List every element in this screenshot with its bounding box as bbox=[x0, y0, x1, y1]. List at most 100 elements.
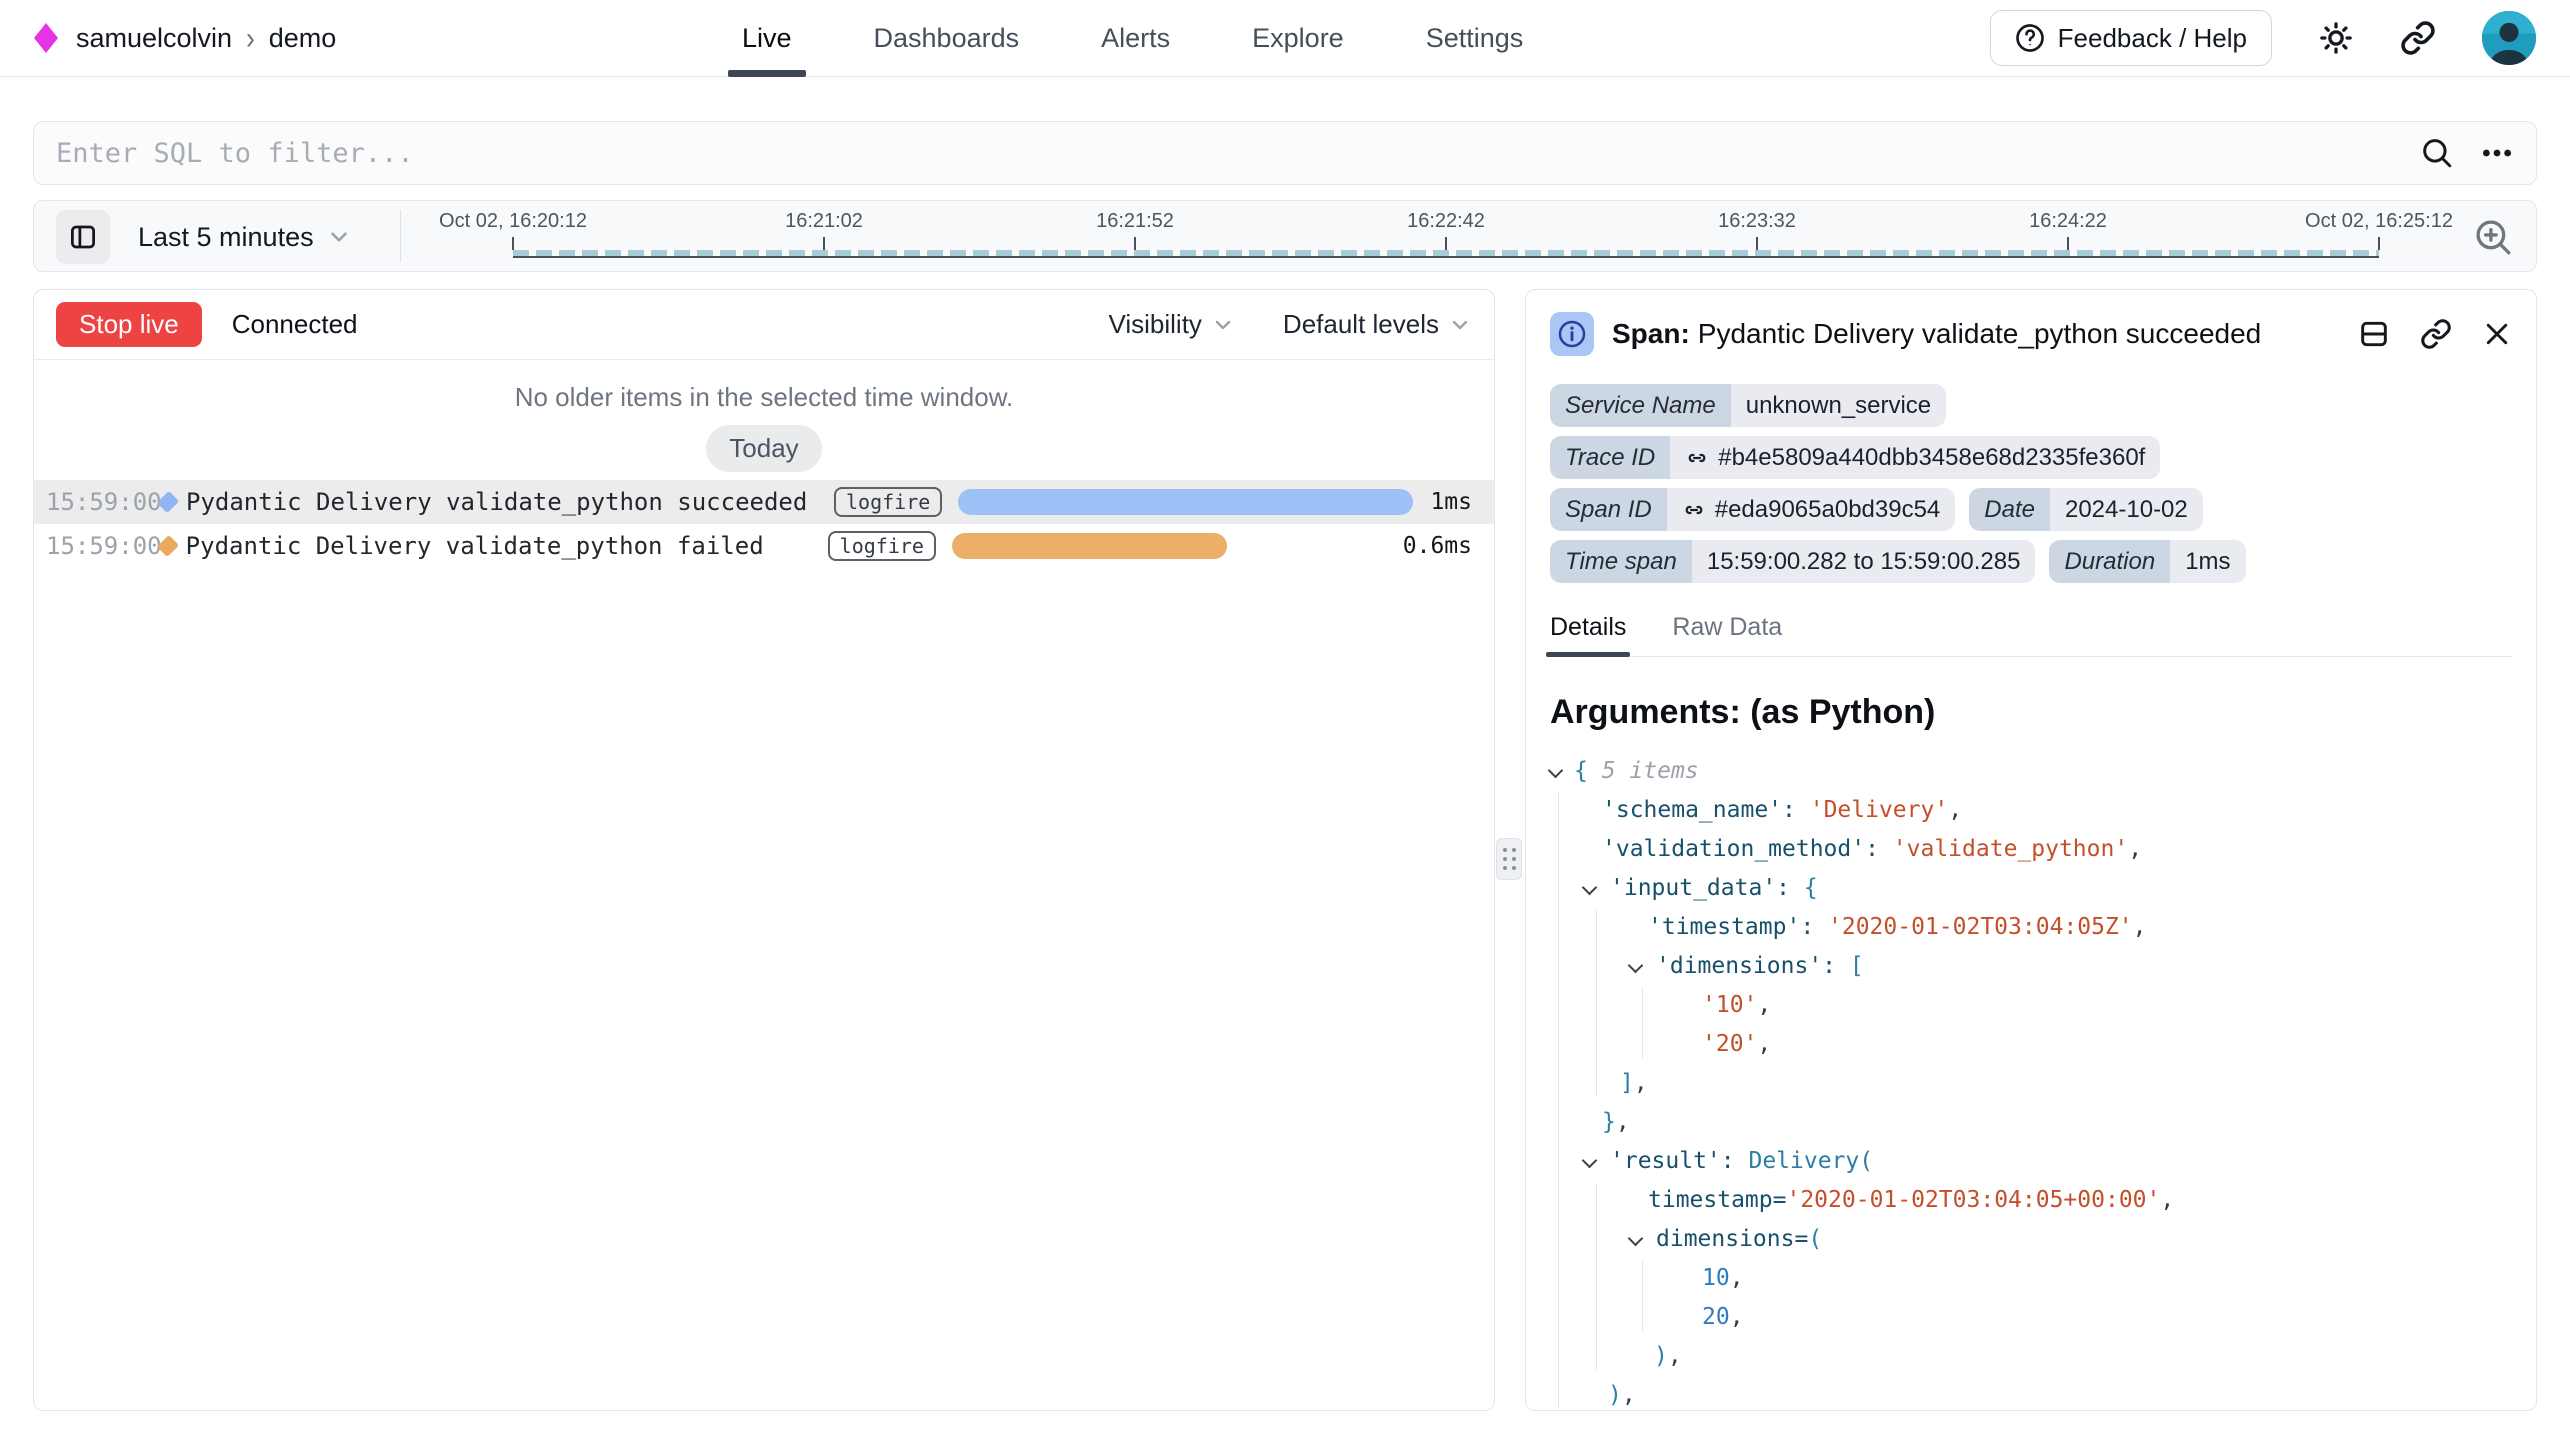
breadcrumb-project[interactable]: demo bbox=[269, 23, 337, 54]
log-level-diamond-icon bbox=[150, 494, 186, 510]
log-row[interactable]: 15:59:00Pydantic Delivery validate_pytho… bbox=[34, 480, 1494, 524]
copy-span-link-button[interactable] bbox=[2420, 318, 2452, 350]
connection-status: Connected bbox=[232, 309, 358, 340]
time-range-bar: Last 5 minutes Oct 02, 16:20:1216:21:021… bbox=[33, 200, 2537, 272]
link-icon bbox=[1685, 446, 1709, 470]
duration-bar-track bbox=[958, 489, 1413, 515]
attribute-badge-service-name: Service Nameunknown_service bbox=[1550, 384, 1946, 427]
code-token: , bbox=[2160, 1187, 2174, 1213]
logfire-logo[interactable] bbox=[34, 23, 58, 53]
close-panel-button[interactable] bbox=[2482, 319, 2512, 349]
theme-toggle-button[interactable] bbox=[2318, 20, 2354, 56]
time-range-dropdown[interactable]: Last 5 minutes bbox=[138, 201, 352, 273]
arguments-heading: Arguments: (as Python) bbox=[1550, 693, 2512, 732]
sidebar-toggle-button[interactable] bbox=[56, 210, 110, 264]
badge-row: Service Nameunknown_service bbox=[1550, 384, 2512, 427]
code-token: 'input_data': bbox=[1610, 875, 1804, 901]
duration-bar bbox=[958, 489, 1413, 515]
code-line: timestamp='2020-01-02T03:04:05+00:00', bbox=[1550, 1181, 2512, 1220]
badge-value[interactable]: #eda9065a0bd39c54 bbox=[1667, 488, 1956, 531]
timeline-tick-label: Oct 02, 16:25:12 bbox=[2305, 210, 2453, 233]
collapse-chevron-icon[interactable] bbox=[1582, 880, 1598, 896]
span-title-text: Pydantic Delivery validate_python succee… bbox=[1698, 318, 2261, 349]
stop-live-button[interactable]: Stop live bbox=[56, 302, 202, 347]
date-chip: Today bbox=[706, 425, 821, 472]
collapse-chevron-icon[interactable] bbox=[1582, 1153, 1598, 1169]
avatar[interactable] bbox=[2482, 11, 2536, 65]
filter-more-options-button[interactable] bbox=[2480, 136, 2514, 170]
tab-alerts[interactable]: Alerts bbox=[1101, 0, 1170, 77]
feedback-help-button[interactable]: Feedback / Help bbox=[1990, 10, 2272, 66]
code-token: , bbox=[1730, 1265, 1744, 1291]
log-row[interactable]: 15:59:00Pydantic Delivery validate_pytho… bbox=[34, 524, 1494, 568]
tab-live[interactable]: Live bbox=[742, 0, 792, 77]
info-icon bbox=[1550, 312, 1594, 356]
tab-dashboards[interactable]: Dashboards bbox=[874, 0, 1020, 77]
code-token: 5 items bbox=[1602, 758, 1699, 784]
timeline-tick bbox=[1756, 237, 1758, 250]
code-token: { bbox=[1574, 758, 1602, 784]
visibility-dropdown[interactable]: Visibility bbox=[1108, 309, 1234, 340]
time-range-label: Last 5 minutes bbox=[138, 222, 314, 253]
log-row-time: 15:59:00 bbox=[46, 488, 150, 516]
sun-icon bbox=[2318, 20, 2354, 56]
badge-value[interactable]: #b4e5809a440dbb3458e68d2335fe360f bbox=[1670, 436, 2160, 479]
log-row-message: Pydantic Delivery validate_python failed bbox=[186, 532, 828, 560]
collapse-chevron-icon[interactable] bbox=[1628, 1231, 1644, 1247]
divider bbox=[400, 210, 401, 262]
code-token: , bbox=[1730, 1304, 1744, 1330]
log-row-tag: logfire bbox=[834, 487, 942, 517]
code-token: '2020-01-02T03:04:05+00:00' bbox=[1786, 1187, 2160, 1213]
tab-settings[interactable]: Settings bbox=[1426, 0, 1524, 77]
span-detail-header: Span:Pydantic Delivery validate_python s… bbox=[1550, 306, 2512, 362]
arguments-json-tree: { 5 items 'schema_name': 'Delivery', 'vali… bbox=[1550, 752, 2512, 1411]
timeline-tick bbox=[823, 237, 825, 250]
attribute-badge-date: Date2024-10-02 bbox=[1969, 488, 2202, 531]
top-nav-bar: samuelcolvin › demo Live Dashboards Alerts… bbox=[0, 0, 2570, 77]
code-token: , bbox=[1757, 1031, 1771, 1057]
tab-explore[interactable]: Explore bbox=[1252, 0, 1344, 77]
breadcrumb: samuelcolvin › demo bbox=[76, 23, 336, 54]
zoom-in-icon bbox=[2472, 216, 2514, 258]
sql-filter-input[interactable] bbox=[56, 138, 2420, 169]
code-token: 20 bbox=[1702, 1304, 1730, 1330]
code-line: 10, bbox=[1550, 1259, 2512, 1298]
search-button[interactable] bbox=[2420, 136, 2454, 170]
header-actions: Feedback / Help bbox=[1990, 10, 2536, 66]
code-token: 'schema_name': bbox=[1602, 797, 1810, 823]
panel-resize-handle[interactable] bbox=[1496, 838, 1522, 880]
code-token: , bbox=[1634, 1070, 1648, 1096]
collapse-chevron-icon[interactable] bbox=[1548, 763, 1564, 779]
chevron-down-icon bbox=[326, 224, 352, 250]
badge-label: Time span bbox=[1550, 540, 1692, 583]
code-line: 'timestamp': '2020-01-02T03:04:05Z', bbox=[1550, 908, 2512, 947]
open-in-drawer-button[interactable] bbox=[2358, 318, 2390, 350]
timeline-tick bbox=[2067, 237, 2069, 250]
default-levels-dropdown[interactable]: Default levels bbox=[1283, 309, 1472, 340]
default-levels-label: Default levels bbox=[1283, 309, 1439, 340]
share-link-button[interactable] bbox=[2400, 20, 2436, 56]
badge-value: unknown_service bbox=[1731, 384, 1946, 427]
span-detail-panel: Span:Pydantic Delivery validate_python s… bbox=[1525, 289, 2537, 1411]
chevron-down-icon bbox=[1211, 313, 1235, 337]
badge-value: 1ms bbox=[2170, 540, 2245, 583]
code-token: , bbox=[1616, 1109, 1630, 1135]
tab-raw-data[interactable]: Raw Data bbox=[1672, 613, 1782, 656]
badge-row: Span ID#eda9065a0bd39c54 Date2024-10-02 bbox=[1550, 488, 2512, 531]
code-token: 'validate_python' bbox=[1893, 836, 2128, 862]
code-line: }, bbox=[1550, 1103, 2512, 1142]
breadcrumb-org[interactable]: samuelcolvin bbox=[76, 23, 232, 54]
collapse-chevron-icon[interactable] bbox=[1628, 958, 1644, 974]
code-line: 'result': Delivery( bbox=[1550, 1142, 2512, 1181]
log-row-duration: 1ms bbox=[1413, 489, 1494, 515]
code-line: 'schema_name': 'Delivery', bbox=[1550, 791, 2512, 830]
attribute-badge-duration: Duration1ms bbox=[2049, 540, 2245, 583]
timeline-zoom-button[interactable] bbox=[2472, 216, 2514, 258]
code-line: ], bbox=[1550, 1064, 2512, 1103]
logfire-diamond-icon bbox=[34, 23, 58, 53]
code-token: dimensions= bbox=[1656, 1226, 1808, 1252]
badge-label: Duration bbox=[2049, 540, 2170, 583]
tab-details[interactable]: Details bbox=[1550, 613, 1626, 656]
badge-label: Date bbox=[1969, 488, 2050, 531]
attribute-badge-span-id: Span ID#eda9065a0bd39c54 bbox=[1550, 488, 1955, 531]
